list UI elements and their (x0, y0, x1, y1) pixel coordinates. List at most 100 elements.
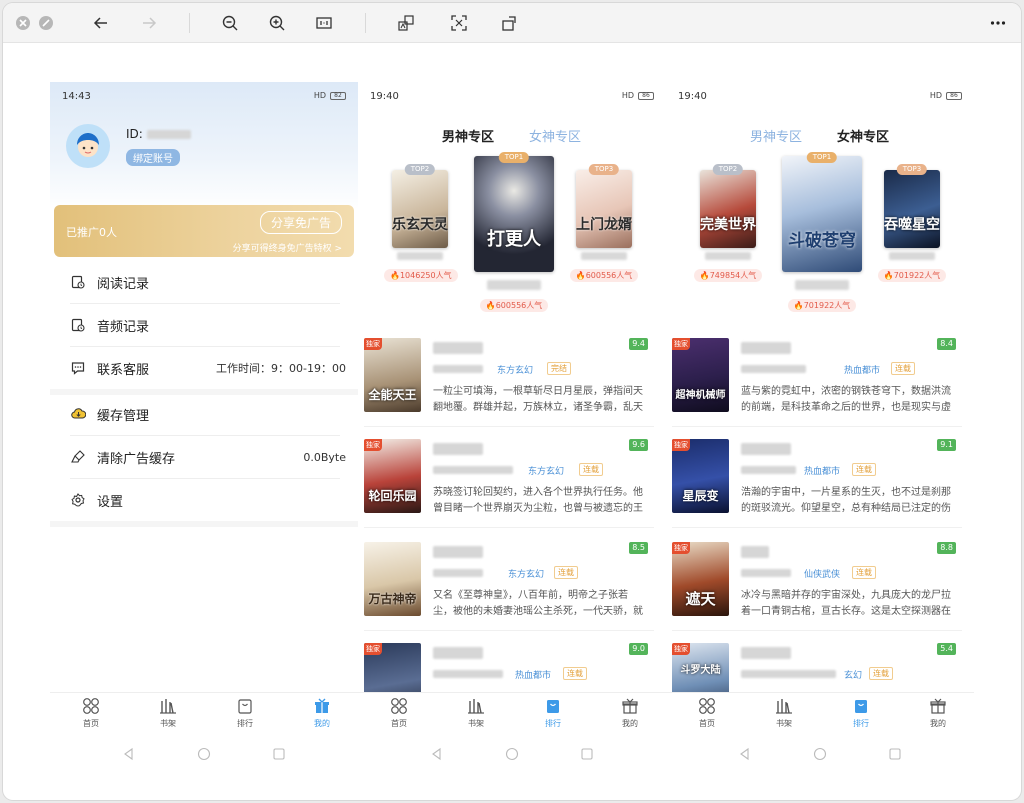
nav-recents-icon[interactable] (272, 747, 286, 761)
tab-female-zone[interactable]: 女神专区 (837, 126, 889, 145)
rank-badge: TOP2 (712, 164, 744, 175)
status-bar: 14:43 HD 82 (50, 82, 358, 110)
popularity-badge: 🔥701922人气 (787, 299, 857, 312)
status-time: 14:43 (62, 91, 91, 102)
tab-ranking[interactable]: 排行 (220, 697, 270, 729)
tab-male-zone[interactable]: 男神专区 (442, 126, 494, 145)
menu-item-cache-management[interactable]: 缓存管理 (50, 393, 358, 435)
book-title (433, 342, 483, 354)
viewer-toolbar (3, 3, 1021, 43)
list-divider (672, 426, 962, 427)
menu-item-settings[interactable]: 设置 (50, 479, 358, 521)
exclusive-badge: 独家 (672, 439, 690, 451)
tab-ranking[interactable]: 排行 (836, 697, 886, 729)
score-badge: 9.0 (629, 643, 648, 655)
popularity-value: 1046250人气 (399, 271, 452, 280)
status-icons: HD 82 (314, 91, 346, 100)
translate-icon[interactable] (394, 11, 418, 35)
fit-page-icon[interactable] (312, 11, 336, 35)
menu-label: 阅读记录 (97, 276, 150, 292)
tab-label: 书架 (468, 719, 484, 728)
menu-item-clear-ad-cache[interactable]: 清除广告缓存 0.0Byte (50, 436, 358, 478)
share-promo-banner[interactable]: 已推广0人 分享免广告 分享可得终身免广告特权 > (54, 205, 354, 257)
battery-icon: 86 (946, 91, 962, 100)
category-label: 东方玄幻 (528, 467, 565, 477)
viewer-window: 14:43 HD 82 ID: 绑定账号 已推广0人 分享免广告 分享可得终身免广… (3, 3, 1021, 800)
more-icon[interactable] (986, 11, 1010, 35)
ad-cache-size: 0.0Byte (303, 450, 346, 464)
top-book[interactable]: 乐玄天灵 TOP2 🔥1046250人气 (384, 164, 458, 282)
status-tag: 连载 (869, 667, 893, 680)
tab-home[interactable]: 首页 (374, 697, 424, 729)
user-id: ID: (126, 127, 191, 141)
nav-back-icon[interactable] (738, 747, 752, 761)
nav-recents-icon[interactable] (888, 747, 902, 761)
clear-ad-icon (70, 449, 86, 465)
gender-tabs: 男神专区 女神专区 (666, 126, 974, 150)
top-book[interactable]: 斗破苍穹 TOP1 🔥701922人气 (778, 152, 866, 312)
book-title (741, 342, 791, 354)
tab-female-zone[interactable]: 女神专区 (529, 126, 581, 145)
scan-icon[interactable] (447, 11, 471, 35)
tab-bookshelf[interactable]: 书架 (759, 697, 809, 729)
nav-home-icon[interactable] (505, 747, 519, 761)
back-arrow-icon[interactable] (89, 11, 113, 35)
tab-male-zone[interactable]: 男神专区 (750, 126, 802, 145)
zoom-out-icon[interactable] (218, 11, 242, 35)
ranking-screen-male: 19:40 HD 86 男神专区 女神专区 乐玄天灵 TOP2 🔥1046250人… (358, 82, 666, 772)
score-badge: 8.8 (937, 542, 956, 554)
nav-recents-icon[interactable] (580, 747, 594, 761)
list-item[interactable]: 超神机械师 独家 热血都市 连载 蓝与紫的霓虹中，浓密的钢铁苍穹下，数据洪流的前端，… (672, 338, 962, 434)
menu-item-reading-history[interactable]: 阅读记录 (50, 261, 358, 303)
nav-home-icon[interactable] (813, 747, 827, 761)
cover-title: 斗破苍穹 (788, 231, 856, 252)
list-divider (364, 630, 654, 631)
tab-mine[interactable]: 我的 (297, 697, 347, 729)
promo-count: 已推广0人 (66, 226, 117, 239)
tab-home[interactable]: 首页 (66, 697, 116, 729)
list-item[interactable]: 星辰变 独家 热血都市 连载 浩瀚的宇宙中，一片星系的生灭，也不过是刹那的斑驳流光。… (672, 439, 962, 535)
rotate-icon[interactable] (498, 11, 522, 35)
promo-subtitle[interactable]: 分享可得终身免广告特权 > (233, 241, 342, 254)
book-name (581, 252, 627, 260)
zoom-in-icon[interactable] (265, 11, 289, 35)
list-item[interactable]: 全能天王 独家 东方玄幻 完结 一粒尘可填海，一根草斩尽日月星辰，弹指间天翻地覆。群… (364, 338, 654, 434)
status-tag: 完结 (547, 362, 571, 375)
nav-back-icon[interactable] (122, 747, 136, 761)
top-book[interactable]: 打更人 TOP1 🔥600556人气 (470, 152, 558, 312)
list-item[interactable]: 万古神帝 东方玄幻 连载 又名《至尊神皇》，八百年前，明帝之子张若尘，被他的未婚妻… (364, 542, 654, 638)
tab-ranking[interactable]: 排行 (528, 697, 578, 729)
minimize-icon[interactable] (39, 16, 53, 30)
status-tag: 连载 (891, 362, 915, 375)
tab-bookshelf[interactable]: 书架 (451, 697, 501, 729)
avatar[interactable] (66, 124, 110, 168)
bind-account-button[interactable]: 绑定账号 (126, 149, 180, 166)
tab-home[interactable]: 首页 (682, 697, 732, 729)
nav-back-icon[interactable] (430, 747, 444, 761)
author-name (433, 466, 513, 474)
cover-title: 打更人 (487, 229, 541, 251)
list-item[interactable]: 轮回乐园 独家 东方玄幻 连载 苏晓签订轮回契约，进入各个世界执行任务。他曾目睹一个… (364, 439, 654, 535)
tab-bookshelf[interactable]: 书架 (143, 697, 193, 729)
nav-home-icon[interactable] (197, 747, 211, 761)
menu-item-customer-service[interactable]: 联系客服 工作时间：9：00-19：00 (50, 347, 358, 389)
top-book[interactable]: 完美世界 TOP2 🔥749854人气 (692, 164, 764, 282)
bottom-tab-bar: 首页 书架 排行 我的 (358, 692, 666, 736)
book-title (433, 546, 483, 558)
cover-title: 遮天 (685, 590, 716, 608)
top-book[interactable]: 上门龙婿 TOP3 🔥600556人气 (568, 164, 640, 282)
book-title (433, 647, 483, 659)
list-item[interactable]: 遮天 独家 仙侠武侠 连载 冰冷与黑暗并存的宇宙深处，九具庞大的龙尸拉着一口青铜古棺… (672, 542, 962, 638)
forward-arrow-icon[interactable] (137, 11, 161, 35)
top-book[interactable]: 吞噬星空 TOP3 🔥701922人气 (876, 164, 948, 282)
tab-mine[interactable]: 我的 (913, 697, 963, 729)
menu-label: 缓存管理 (97, 408, 150, 424)
menu-item-audio-history[interactable]: 音频记录 (50, 304, 358, 346)
exclusive-badge: 独家 (364, 439, 382, 451)
share-no-ads-button[interactable]: 分享免广告 (259, 211, 342, 234)
book-cover: 乐玄天灵 (392, 170, 448, 248)
network-label: HD (313, 91, 326, 100)
close-icon[interactable] (16, 16, 30, 30)
tab-mine[interactable]: 我的 (605, 697, 655, 729)
system-nav-bar (358, 736, 666, 772)
